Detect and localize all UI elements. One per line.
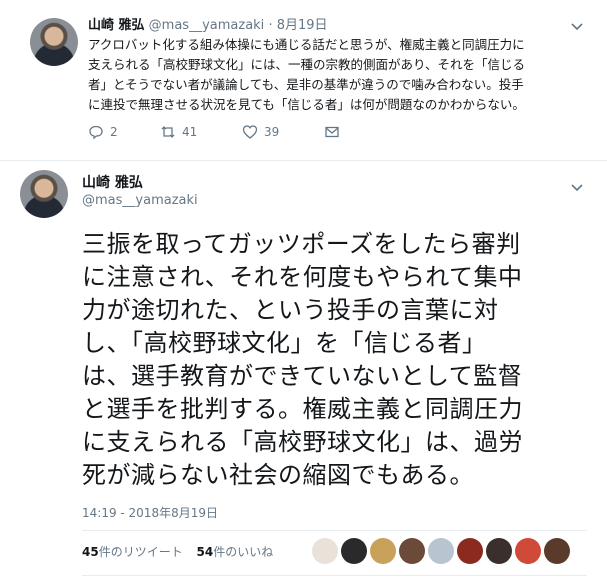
chevron-down-icon[interactable] xyxy=(570,183,584,193)
author-handle[interactable]: @mas__yamazaki xyxy=(149,18,265,33)
liker-avatar[interactable] xyxy=(457,538,483,564)
reply-icon xyxy=(89,125,103,140)
tweet-text-line: 三振を取ってガッツポーズをしたら審判 xyxy=(82,230,521,258)
tweet1-header: 山崎 雅弘 @mas__yamazaki · 8月19日 xyxy=(88,14,328,33)
liker-avatar[interactable] xyxy=(515,538,541,564)
tweet-text-line: 者」とそうでない者が議論しても、是非の基準が違うので噛み合わない。投手 xyxy=(88,77,524,92)
retweets-stat[interactable]: 45件のリツイート xyxy=(82,545,183,559)
liker-avatar[interactable] xyxy=(486,538,512,564)
author-name[interactable]: 山崎 雅弘 xyxy=(82,172,143,192)
like-count: 39 xyxy=(264,125,280,139)
divider xyxy=(82,530,587,531)
likes-label: 件のいいね xyxy=(213,545,274,559)
tweet-text-line: アクロバット化する組み体操にも通じる話だと思うが、権威主義と同調圧力に xyxy=(88,37,525,52)
liker-avatar[interactable] xyxy=(544,538,570,564)
divider xyxy=(82,575,587,576)
tweet1-text: アクロバット化する組み体操にも通じる話だと思うが、権威主義と同調圧力に 支えられ… xyxy=(88,35,568,115)
tweet-text-line: に支えられる「高校野球文化」は、過労 xyxy=(82,428,523,456)
heart-icon xyxy=(242,125,258,139)
tweet-timestamp[interactable]: 14:19 - 2018年8月19日 xyxy=(82,504,218,521)
tweet-text-line: 死が減らない社会の縮図でもある。 xyxy=(82,461,474,489)
tweet-stats: 45件のリツイート 54件のいいね xyxy=(82,543,273,560)
likes-stat[interactable]: 54件のいいね xyxy=(197,545,274,559)
liker-avatar[interactable] xyxy=(370,538,396,564)
like-button[interactable]: 39 xyxy=(242,124,279,140)
retweets-label: 件のリツイート xyxy=(98,545,183,559)
tweet-text-line: し、「高校野球文化」を「信じる者」 xyxy=(82,329,487,357)
tweet-text-line: 支えられる「高校野球文化」には、一種の宗教的側面があり、それを「信じる xyxy=(88,57,526,72)
tweet-text-line: は、選手教育ができていないとして監督 xyxy=(82,362,523,390)
divider xyxy=(0,160,607,161)
liker-avatar[interactable] xyxy=(341,538,367,564)
liker-avatar[interactable] xyxy=(312,538,338,564)
tweet-text-line: 力が途切れた、という投手の言葉に対 xyxy=(82,296,499,324)
reply-count: 2 xyxy=(110,125,118,139)
tweet-text-line: に注意され、それを何度もやられて集中 xyxy=(82,263,523,291)
retweet-icon xyxy=(161,126,175,138)
likes-count: 54 xyxy=(196,545,214,559)
chevron-down-icon[interactable] xyxy=(570,22,584,32)
author-name[interactable]: 山崎 雅弘 xyxy=(88,18,145,33)
tweet-text-line: に連投で無理させる状況を見ても「信じる者」は何が問題なのかわからない。 xyxy=(88,97,525,112)
tweet2-text: 三振を取ってガッツポーズをしたら審判 に注意され、それを何度もやられて集中 力が… xyxy=(82,228,582,492)
separator: · xyxy=(268,18,273,33)
liker-avatars xyxy=(312,538,570,564)
message-button[interactable] xyxy=(324,124,340,140)
envelope-icon xyxy=(325,126,339,138)
avatar[interactable] xyxy=(30,18,78,66)
avatar[interactable] xyxy=(20,170,68,218)
retweet-count: 41 xyxy=(182,125,198,139)
liker-avatar[interactable] xyxy=(428,538,454,564)
retweet-button[interactable]: 41 xyxy=(160,124,197,140)
reply-button[interactable]: 2 xyxy=(88,124,118,140)
tweet-date[interactable]: 8月19日 xyxy=(277,18,328,33)
author-handle[interactable]: @mas__yamazaki xyxy=(82,193,198,208)
liker-avatar[interactable] xyxy=(399,538,425,564)
tweet-text-line: と選手を批判する。権威主義と同調圧力 xyxy=(82,395,523,423)
retweets-count: 45 xyxy=(82,545,99,559)
